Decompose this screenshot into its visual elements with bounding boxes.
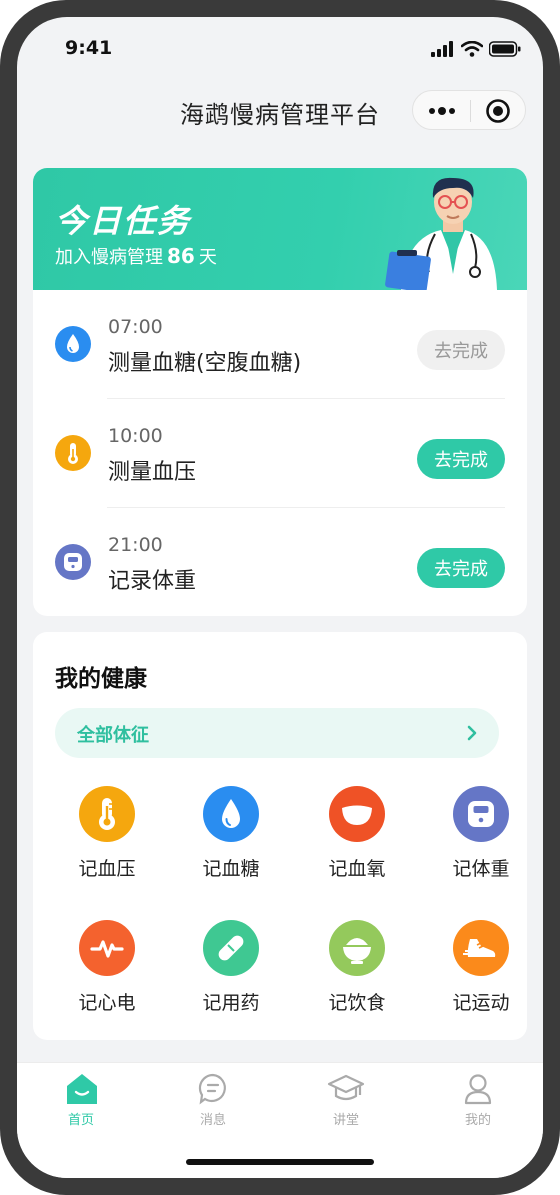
home-icon — [67, 1074, 97, 1104]
lung-icon — [329, 786, 385, 842]
tab-label: 我的 — [464, 1113, 491, 1128]
banner-title: 今日任务 — [55, 202, 192, 240]
status-bar: 9:41 — [17, 17, 543, 81]
thermometer-icon — [55, 435, 91, 471]
record-item[interactable]: 记心电 — [47, 918, 171, 1028]
record-item[interactable]: 记血糖 — [171, 784, 295, 894]
status-time: 9:41 — [65, 37, 113, 59]
close-target-icon[interactable] — [485, 98, 511, 124]
tab-label: 讲堂 — [332, 1113, 359, 1128]
record-item[interactable]: 记血氧 — [297, 784, 421, 894]
capsule-divider — [470, 100, 471, 122]
record-label: 记用药 — [202, 992, 260, 1014]
status-icons — [431, 41, 521, 57]
membership-days: 86 — [167, 244, 195, 268]
doctor-illustration — [385, 177, 497, 290]
membership-suffix: 天 — [198, 247, 217, 268]
wifi-icon — [461, 41, 483, 57]
battery-icon — [489, 41, 521, 57]
scale-icon — [453, 786, 509, 842]
mini-program-capsule — [412, 90, 526, 130]
nav-bar: 海鹉慢病管理平台 — [17, 83, 543, 139]
record-label: 记心电 — [78, 992, 136, 1014]
task-item: 21:00 记录体重 去完成 — [33, 508, 527, 616]
all-vital-signs-label: 全部体征 — [77, 725, 149, 746]
task-time: 21:00 — [108, 534, 163, 556]
thermometer-icon — [79, 786, 135, 842]
record-item[interactable]: 记体重 — [421, 784, 543, 894]
record-item[interactable]: 记血压 — [47, 784, 171, 894]
record-label: 记运动 — [452, 992, 510, 1014]
tab-messages[interactable]: 消息 — [173, 1071, 253, 1131]
task-name: 测量血压 — [108, 460, 197, 485]
tab-lecture[interactable]: 讲堂 — [306, 1071, 386, 1131]
drop-icon — [203, 786, 259, 842]
phone-frame: 9:41 海鹉慢病管理平台 今日任务 加入慢病管理 86 天 07:00 测量血… — [0, 0, 560, 1195]
sneaker-icon — [453, 920, 509, 976]
graduation-cap-icon — [327, 1074, 365, 1101]
tab-label: 消息 — [199, 1113, 226, 1128]
task-time: 07:00 — [108, 316, 163, 338]
tab-mine[interactable]: 我的 — [438, 1071, 518, 1131]
more-icon[interactable] — [427, 101, 457, 121]
drop-icon — [55, 326, 91, 362]
today-banner: 今日任务 加入慢病管理 86 天 — [33, 168, 527, 290]
task-name: 记录体重 — [108, 569, 197, 594]
record-item[interactable]: 记饮食 — [297, 918, 421, 1028]
task-item: 07:00 测量血糖(空腹血糖) 去完成 — [33, 290, 527, 398]
user-icon — [464, 1074, 492, 1105]
task-complete-button[interactable]: 去完成 — [417, 439, 505, 479]
record-item[interactable]: 记运动 — [421, 918, 543, 1028]
task-time: 10:00 — [108, 425, 163, 447]
record-label: 记血糖 — [202, 858, 260, 880]
my-health-card: 我的健康 全部体征 记血压 记血糖 记血氧 记体重 记心电 记用药 记饮食 记运… — [33, 632, 527, 1040]
heartbeat-icon — [79, 920, 135, 976]
tab-label: 首页 — [67, 1113, 94, 1128]
today-tasks-card: 今日任务 加入慢病管理 86 天 07:00 测量血糖(空腹血糖) 去完成 10… — [33, 168, 527, 616]
home-indicator — [186, 1159, 374, 1165]
record-label: 记饮食 — [328, 992, 386, 1014]
membership-prefix: 加入慢病管理 — [55, 247, 163, 268]
task-complete-button[interactable]: 去完成 — [417, 548, 505, 588]
tab-home[interactable]: 首页 — [41, 1071, 121, 1131]
message-icon — [198, 1073, 226, 1105]
all-vital-signs-link[interactable]: 全部体征 — [55, 708, 499, 758]
screen: 9:41 海鹉慢病管理平台 今日任务 加入慢病管理 86 天 07:00 测量血… — [17, 17, 543, 1178]
record-label: 记血压 — [78, 858, 136, 880]
record-item[interactable]: 记用药 — [171, 918, 295, 1028]
banner-subtitle: 加入慢病管理 86 天 — [55, 243, 217, 269]
task-item: 10:00 测量血压 去完成 — [33, 399, 527, 507]
record-label: 记体重 — [452, 858, 510, 880]
signal-icon — [431, 41, 453, 57]
scale-icon — [55, 544, 91, 580]
bowl-icon — [329, 920, 385, 976]
record-label: 记血氧 — [328, 858, 386, 880]
task-name: 测量血糖(空腹血糖) — [108, 351, 302, 376]
pill-icon — [203, 920, 259, 976]
chevron-right-icon — [467, 725, 477, 741]
task-complete-button[interactable]: 去完成 — [417, 330, 505, 370]
section-title: 我的健康 — [55, 666, 147, 692]
